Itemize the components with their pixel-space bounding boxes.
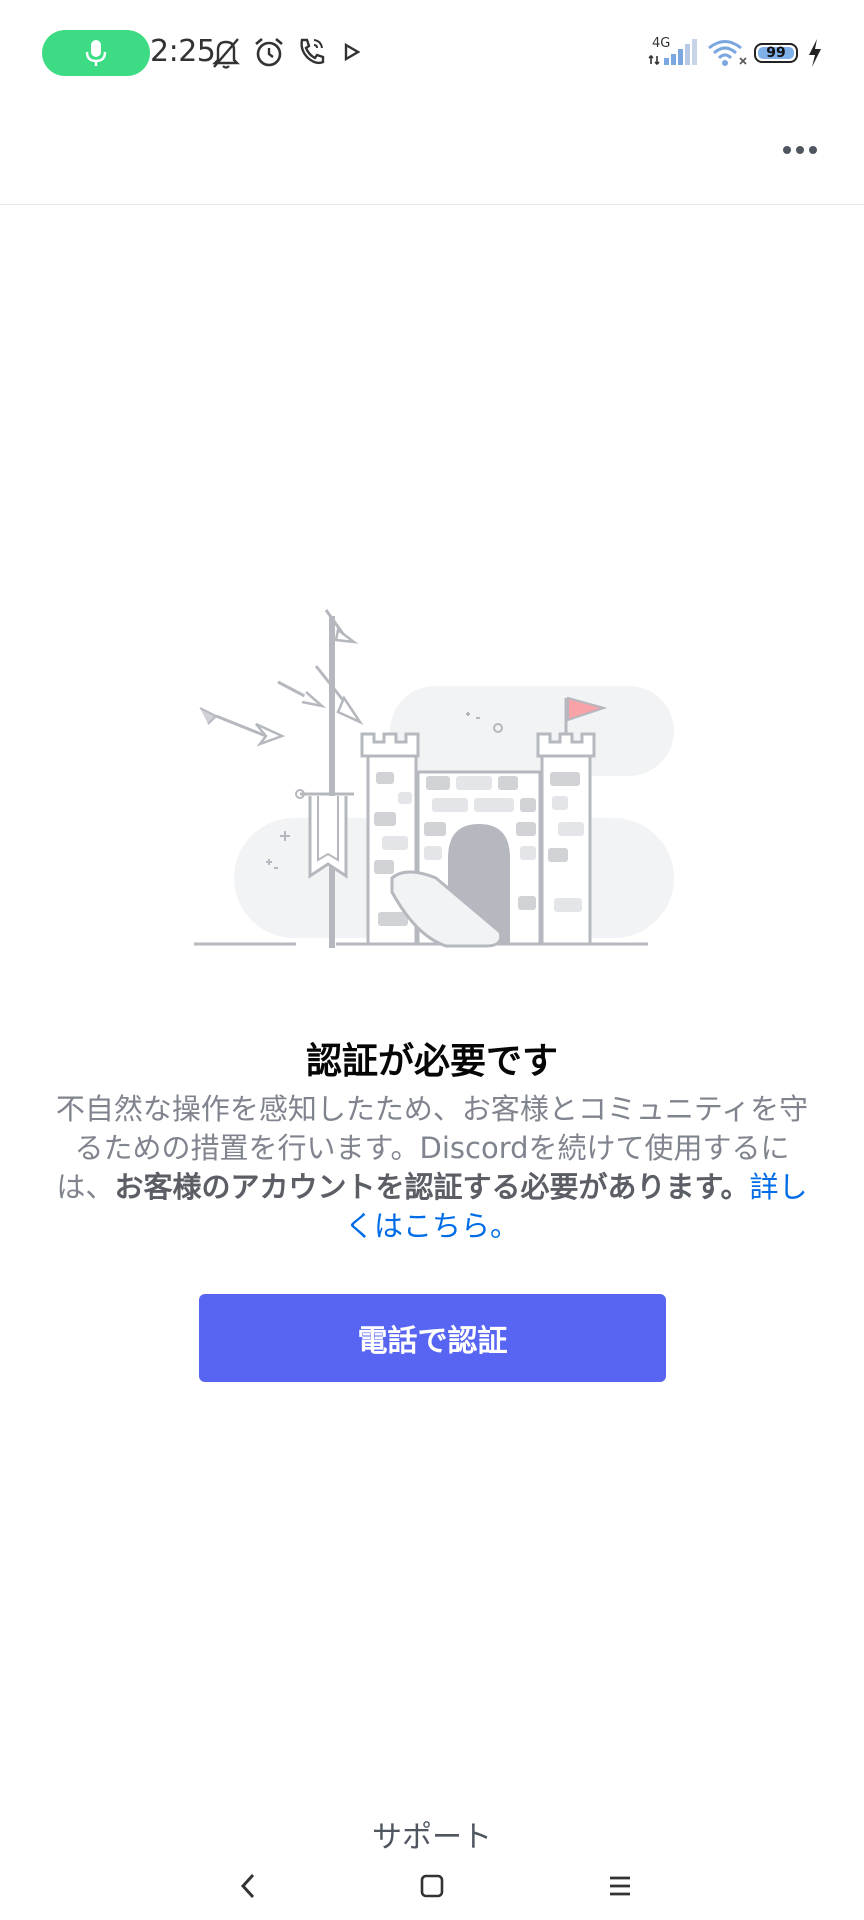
verification-screen: 2:25 4G 99 認証が必要です 不自然な操作を感知したため、お客様とコミュ… bbox=[0, 0, 864, 1920]
system-navigation-bar bbox=[0, 1850, 864, 1920]
castle-illustration bbox=[194, 609, 674, 948]
signal-icon bbox=[648, 39, 697, 66]
microphone-icon bbox=[85, 40, 107, 66]
wifi-icon bbox=[708, 40, 747, 66]
menu-icon bbox=[610, 1876, 630, 1896]
app-header bbox=[0, 100, 864, 205]
wifi-calling-icon bbox=[300, 38, 325, 65]
play-icon bbox=[344, 42, 360, 62]
more-options-button[interactable] bbox=[776, 130, 824, 170]
charging-icon bbox=[809, 39, 821, 67]
clock: 2:25 bbox=[150, 34, 216, 69]
more-horizontal-icon bbox=[783, 146, 791, 154]
bell-off-icon bbox=[212, 38, 240, 69]
battery-level: 99 bbox=[766, 45, 786, 61]
back-icon bbox=[240, 1873, 255, 1899]
microphone-indicator[interactable] bbox=[42, 30, 150, 76]
home-button[interactable] bbox=[410, 1864, 454, 1908]
page-title: 認証が必要です bbox=[305, 1041, 558, 1082]
recent-apps-button[interactable] bbox=[598, 1864, 642, 1908]
verify-by-phone-button[interactable]: 電話で認証 bbox=[199, 1294, 666, 1382]
battery-icon: 99 bbox=[754, 43, 798, 63]
home-icon bbox=[420, 1874, 444, 1898]
verification-description: 不自然な操作を感知したため、お客様とコミュニティを守るための措置を行います。Di… bbox=[54, 1090, 810, 1246]
back-button[interactable] bbox=[226, 1864, 270, 1908]
alarm-icon bbox=[255, 38, 283, 67]
description-emphasis: お客様のアカウントを認証する必要があります。 bbox=[114, 1170, 750, 1204]
status-bar: 2:25 4G 99 bbox=[0, 0, 864, 100]
